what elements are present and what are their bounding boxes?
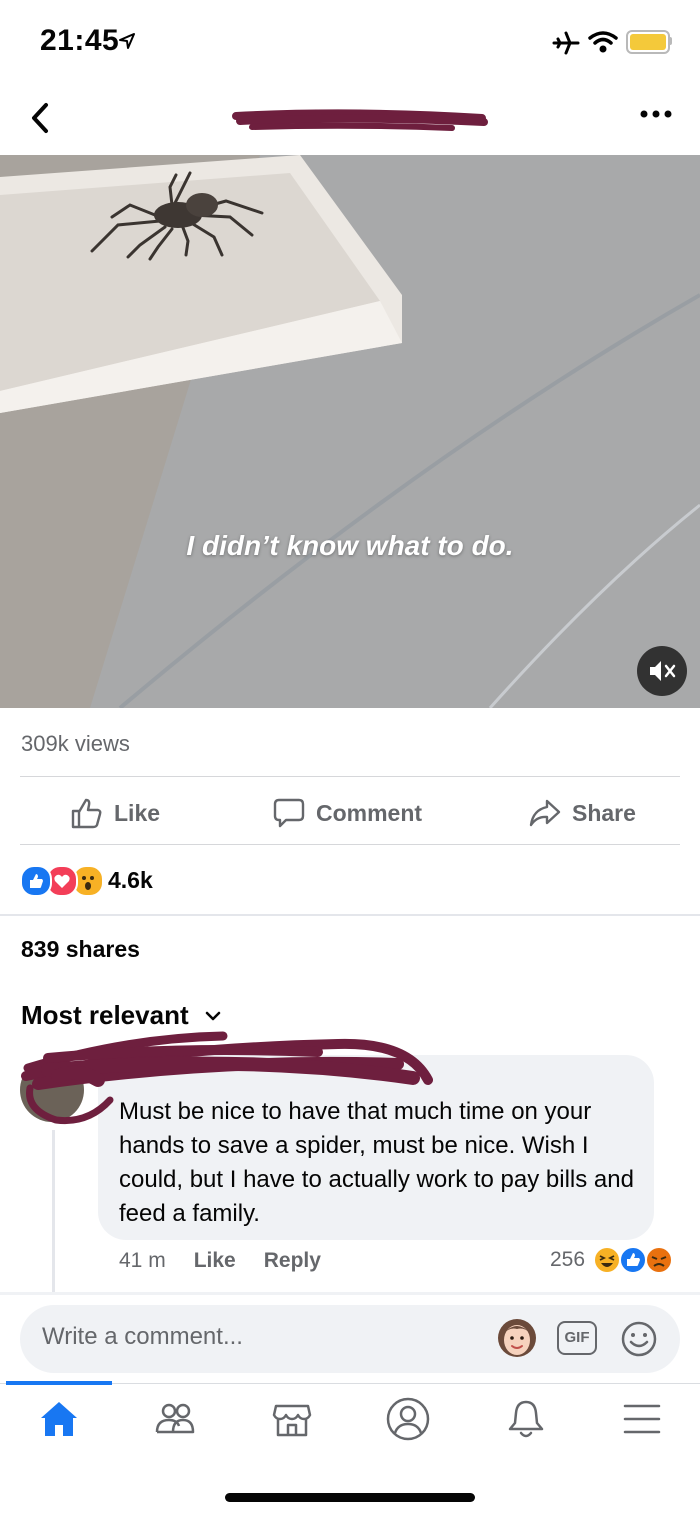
active-tab-indicator xyxy=(6,1381,112,1385)
tab-menu[interactable] xyxy=(612,1395,672,1443)
reaction-count: 4.6k xyxy=(108,867,153,893)
avatar-sticker-icon[interactable] xyxy=(496,1317,538,1359)
view-count: 309k views xyxy=(21,731,130,756)
comment-reply-button[interactable]: Reply xyxy=(264,1249,321,1273)
airplane-mode-icon xyxy=(552,31,580,55)
write-comment-bar[interactable]: GIF xyxy=(20,1305,680,1373)
comment-reaction-icons xyxy=(593,1246,674,1274)
redacted-page-name xyxy=(232,109,488,131)
comment-input[interactable] xyxy=(42,1323,482,1351)
tab-notifications[interactable] xyxy=(496,1395,556,1443)
haha-reaction-icon xyxy=(593,1246,622,1274)
friends-icon xyxy=(155,1403,195,1434)
share-count[interactable]: 839 shares xyxy=(21,936,140,963)
section-divider xyxy=(0,914,700,916)
comment-button[interactable]: Comment xyxy=(272,795,422,831)
tab-profile[interactable] xyxy=(378,1395,438,1443)
comment-reaction-summary[interactable]: 256 xyxy=(550,1245,677,1275)
video-caption: I didn’t know what to do. xyxy=(186,530,514,561)
sort-label: Most relevant xyxy=(21,1000,189,1030)
wifi-icon xyxy=(588,31,618,53)
like-label: Like xyxy=(114,799,161,826)
video-frame xyxy=(0,155,700,708)
comment-bubble-icon xyxy=(273,798,305,828)
share-arrow-icon xyxy=(529,799,561,827)
chevron-down-icon xyxy=(205,1011,220,1020)
comment-reaction-count: 256 xyxy=(550,1248,586,1271)
redacted-commenter-name xyxy=(21,1031,433,1125)
like-reaction-icon xyxy=(20,865,52,897)
location-arrow-icon xyxy=(119,33,135,49)
home-indicator[interactable] xyxy=(225,1493,475,1502)
emoji-icon[interactable] xyxy=(620,1320,658,1358)
comment-timestamp: 41 m xyxy=(119,1249,166,1272)
comment-like-button[interactable]: Like xyxy=(194,1249,236,1273)
battery-icon xyxy=(626,30,670,54)
thumbs-up-icon xyxy=(71,798,102,829)
comment-label: Comment xyxy=(316,799,423,826)
home-icon xyxy=(41,1402,77,1436)
video-player[interactable]: I didn’t know what to do. xyxy=(0,155,700,708)
bell-icon xyxy=(508,1400,544,1438)
tab-friends[interactable] xyxy=(145,1395,205,1443)
like-button[interactable]: Like xyxy=(70,795,160,831)
divider xyxy=(20,776,680,777)
comment-meta: 41 m Like Reply xyxy=(119,1249,321,1273)
gif-button[interactable]: GIF xyxy=(557,1321,597,1355)
tab-marketplace[interactable] xyxy=(262,1395,322,1443)
hamburger-menu-icon xyxy=(623,1404,661,1434)
comment-sort-dropdown[interactable]: Most relevant xyxy=(21,1000,221,1031)
mute-button[interactable] xyxy=(637,646,687,696)
marketplace-icon xyxy=(272,1404,312,1437)
speaker-muted-icon xyxy=(650,661,676,681)
composer-separator xyxy=(0,1292,700,1295)
profile-icon xyxy=(386,1397,430,1441)
more-options-icon[interactable] xyxy=(640,108,672,120)
reply-thread-line xyxy=(52,1130,55,1295)
angry-reaction-icon xyxy=(645,1246,674,1274)
battery-nub xyxy=(669,37,672,45)
share-button[interactable]: Share xyxy=(528,795,636,831)
status-time: 21:45 xyxy=(40,24,120,57)
share-label: Share xyxy=(572,799,636,826)
back-chevron-icon[interactable] xyxy=(28,100,52,136)
tab-home[interactable] xyxy=(29,1395,89,1443)
divider xyxy=(20,844,680,845)
